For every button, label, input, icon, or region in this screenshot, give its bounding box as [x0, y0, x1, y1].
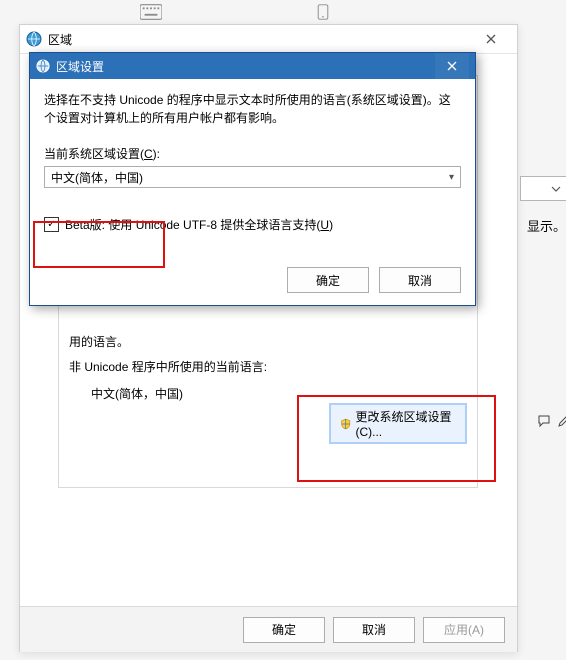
child-close-button[interactable] — [435, 53, 469, 79]
globe-icon — [26, 31, 42, 47]
background-text-fragment: 显示。 — [527, 216, 566, 235]
combo-label: 当前系统区域设置(C): — [44, 145, 461, 162]
child-button-bar: 确定 取消 — [287, 267, 461, 293]
parent-close-button[interactable] — [471, 25, 511, 53]
combo-value: 中文(简体，中国) — [51, 169, 143, 186]
chevron-down-icon — [551, 186, 561, 192]
current-language-value: 中文(简体，中国) — [91, 385, 467, 402]
utf8-beta-checkbox-row[interactable]: ✓ Beta版: 使用 Unicode UTF-8 提供全球语言支持(U) — [44, 216, 461, 233]
parent-titlebar[interactable]: 区域 — [20, 25, 517, 54]
utf8-checkbox[interactable]: ✓ — [44, 217, 59, 232]
uac-shield-icon — [340, 417, 351, 431]
background-dropdown[interactable] — [520, 176, 566, 201]
checkbox-label: Beta版: 使用 Unicode UTF-8 提供全球语言支持(U) — [65, 216, 333, 233]
change-locale-label: 更改系统区域设置(C)... — [355, 408, 456, 439]
parent-apply-label: 应用(A) — [444, 621, 484, 638]
phone-icon — [312, 4, 334, 20]
child-ok-button[interactable]: 确定 — [287, 267, 369, 293]
system-locale-combobox[interactable]: 中文(简体，中国) ▾ — [44, 166, 461, 188]
parent-button-bar: 确定 取消 应用(A) — [20, 606, 517, 652]
parent-apply-button[interactable]: 应用(A) — [423, 617, 505, 643]
child-cancel-label: 取消 — [408, 272, 432, 289]
non-unicode-label: 非 Unicode 程序中所使用的当前语言: — [69, 358, 467, 375]
background-top-icons — [140, 4, 334, 20]
parent-cancel-button[interactable]: 取消 — [333, 617, 415, 643]
child-titlebar[interactable]: 区域设置 — [30, 53, 475, 79]
child-cancel-button[interactable]: 取消 — [379, 267, 461, 293]
edit-icon[interactable] — [557, 414, 566, 431]
dialog-description: 选择在不支持 Unicode 的程序中显示文本时所使用的语言(系统区域设置)。这… — [44, 91, 461, 127]
checkmark-icon: ✓ — [47, 220, 55, 230]
chat-icon[interactable] — [537, 414, 551, 431]
keyboard-icon — [140, 4, 162, 20]
close-icon — [447, 61, 457, 71]
change-system-locale-button[interactable]: 更改系统区域设置(C)... — [329, 403, 467, 444]
background-side-icons — [537, 414, 566, 431]
parent-cancel-label: 取消 — [362, 621, 386, 638]
child-title: 区域设置 — [56, 58, 435, 75]
child-ok-label: 确定 — [316, 272, 340, 289]
close-icon — [486, 34, 496, 44]
locale-settings-dialog: 区域设置 选择在不支持 Unicode 的程序中显示文本时所使用的语言(系统区域… — [29, 52, 476, 306]
parent-ok-label: 确定 — [272, 621, 296, 638]
globe-icon — [36, 59, 50, 73]
fragment-text: 用的语言。 — [69, 333, 467, 350]
chevron-down-icon: ▾ — [449, 172, 454, 183]
parent-title: 区域 — [48, 31, 471, 48]
parent-ok-button[interactable]: 确定 — [243, 617, 325, 643]
